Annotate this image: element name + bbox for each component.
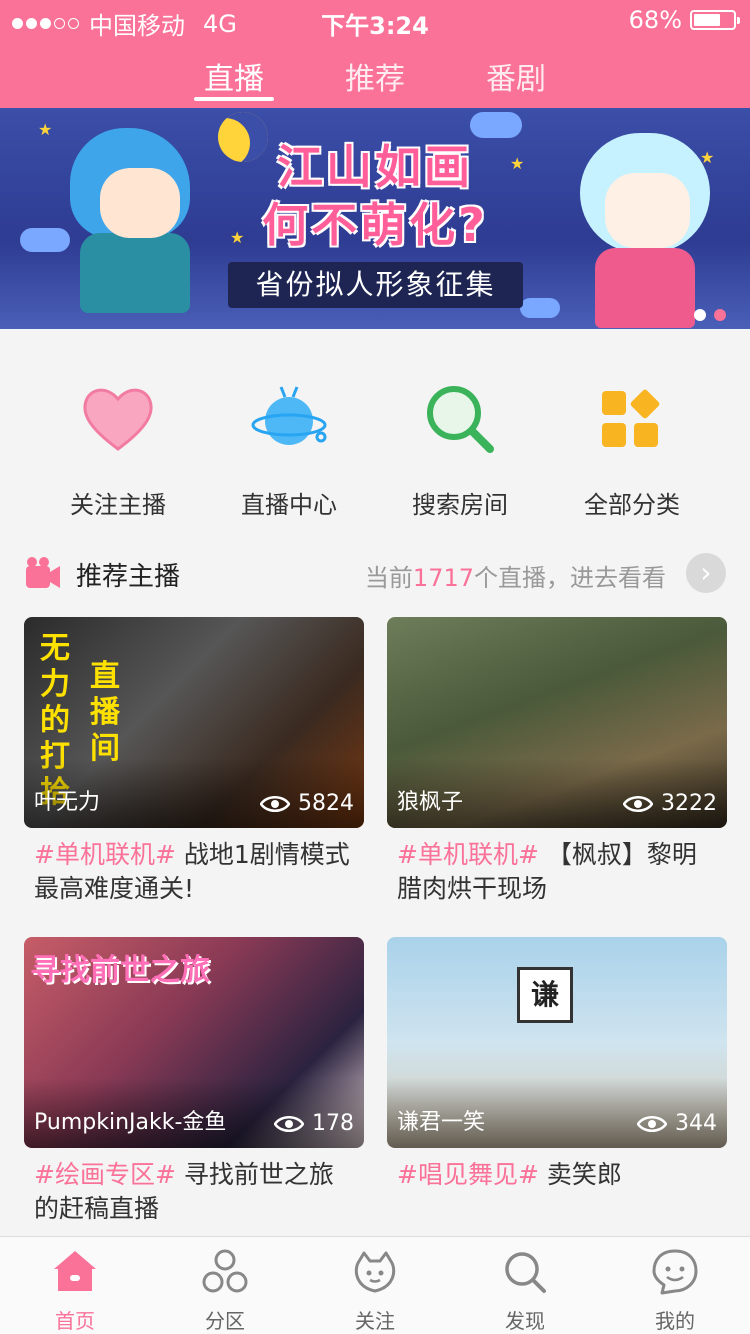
quick-label: 直播中心 [241,491,337,519]
live-count-number: 1717 [412,564,474,592]
thumb-badge: 谦 [517,967,573,1023]
bottom-tab-mine[interactable]: 我的 [600,1247,750,1334]
pager-dot-current [714,309,726,321]
circles-icon [202,1249,248,1293]
live-thumbnail[interactable]: 寻找前世之旅 PumpkinJakk-金鱼 178 [24,937,364,1148]
live-count-link[interactable]: 当前1717个直播，进去看看 [365,558,666,593]
view-count: 178 [274,1111,354,1136]
eye-icon [260,795,290,812]
heart-icon [83,388,153,451]
live-thumbnail[interactable]: 谦 谦君一笑 344 [387,937,727,1148]
banner-title: 江山如画 何不萌化? [240,138,510,254]
bottom-tab-home[interactable]: 首页 [0,1247,150,1334]
live-thumbnail[interactable]: 狼枫子 3222 [387,617,727,828]
live-card[interactable]: 无力的打拾 直播间 叶无力 5824 #单机联机# 战地1剧情模式最高难度通关! [24,617,364,906]
quick-search-room[interactable]: 搜索房间 [380,379,540,520]
view-count: 3222 [623,791,717,816]
live-title: #绘画专区# 寻找前世之旅的赶稿直播 [34,1160,334,1223]
live-title: #单机联机# 战地1剧情模式最高难度通关! [34,840,350,903]
live-count-prefix: 当前 [364,564,413,592]
banner-title-line2: 何不萌化? [262,198,488,252]
category-tag[interactable]: #单机联机# [397,840,539,869]
battery-icon [690,10,740,30]
live-count-suffix: 个直播，进去看看 [474,564,666,592]
quick-follow-streamers[interactable]: 关注主播 [38,379,198,520]
tab-label: 分区 [205,1309,245,1333]
quick-live-center[interactable]: 直播中心 [209,379,369,520]
live-title: #单机联机# 【枫叔】黎明腊肉烘干现场 [397,840,697,903]
discover-search-icon [505,1252,546,1293]
live-card[interactable]: 谦 谦君一笑 344 #唱见舞见# 卖笑郎 [387,937,727,1192]
uploader-name: 叶无力 [34,790,101,815]
category-grid-icon [602,389,660,447]
mascot-right-illustration [550,128,730,328]
top-tabs: 直播 推荐 番剧 [0,50,750,108]
quick-all-categories[interactable]: 全部分类 [552,379,712,520]
quick-label: 全部分类 [584,491,680,519]
uploader-name: 谦君一笑 [397,1110,486,1135]
tab-label: 关注 [355,1309,395,1333]
bottom-tab-bar: 首页 分区 关注 发现 我的 [0,1236,750,1334]
bottom-tab-discover[interactable]: 发现 [450,1247,600,1334]
eye-icon [637,1115,667,1132]
quick-entries: 关注主播 直播中心 搜索房间 全部分类 [0,329,750,529]
tab-label: 我的 [655,1309,695,1333]
view-count: 344 [637,1111,717,1136]
mascot-left-illustration [60,118,210,318]
banner-title-line1: 江山如画 [277,140,473,194]
follow-face-icon [354,1251,396,1293]
chevron-right-icon[interactable]: › [686,553,726,593]
banner-pager [694,309,726,321]
eye-icon [623,795,653,812]
star-decoration: ★ [38,120,53,139]
banner-subtitle: 省份拟人形象征集 [228,262,523,308]
header: 中国移动 4G 下午3:24 68% 直播 推荐 番剧 [0,0,750,108]
live-card[interactable]: 寻找前世之旅 PumpkinJakk-金鱼 178 #绘画专区# 寻找前世之旅的… [24,937,364,1226]
uploader-name: 狼枫子 [397,790,464,815]
thumb-text-column: 直播间 [90,659,120,766]
bottom-tab-follow[interactable]: 关注 [300,1247,450,1334]
category-tag[interactable]: #绘画专区# [34,1160,176,1189]
live-card[interactable]: 狼枫子 3222 #单机联机# 【枫叔】黎明腊肉烘干现场 [387,617,727,906]
game-logo: 寻找前世之旅 [30,953,210,988]
uploader-name: PumpkinJakk-金鱼 [34,1110,227,1135]
view-count: 5824 [260,791,354,816]
tab-bangumi[interactable]: 番剧 [466,54,566,98]
status-bar: 中国移动 4G 下午3:24 68% [0,0,750,40]
bottom-tab-zones[interactable]: 分区 [150,1247,300,1334]
planet-icon [251,386,327,445]
pager-dot [694,309,706,321]
section-title: 推荐主播 [76,562,181,592]
tab-recommend[interactable]: 推荐 [325,54,425,98]
tab-label: 发现 [505,1309,545,1333]
cloud-decoration [470,112,522,138]
recommended-streamers-header: 推荐主播 当前1717个直播，进去看看 › [0,548,750,600]
banner-carousel[interactable]: ★ ★ ★ ★ 江山如画 何不萌化? 省份拟人形象征集 [0,108,750,329]
live-title: #唱见舞见# 卖笑郎 [397,1160,622,1189]
tab-label: 首页 [55,1309,95,1333]
live-thumbnail[interactable]: 无力的打拾 直播间 叶无力 5824 [24,617,364,828]
category-tag[interactable]: #唱见舞见# [397,1160,539,1189]
battery-percent: 68% [628,6,682,34]
active-tab-indicator [194,97,274,101]
category-tag[interactable]: #单机联机# [34,840,176,869]
home-icon [54,1251,96,1291]
quick-label: 搜索房间 [412,491,508,519]
camera-icon [26,557,60,588]
quick-label: 关注主播 [70,491,166,519]
tab-live[interactable]: 直播 [184,54,284,98]
smile-face-icon [652,1249,698,1295]
star-decoration: ★ [510,154,525,173]
status-right: 68% [628,6,740,34]
search-room-icon [427,386,494,453]
eye-icon [274,1115,304,1132]
